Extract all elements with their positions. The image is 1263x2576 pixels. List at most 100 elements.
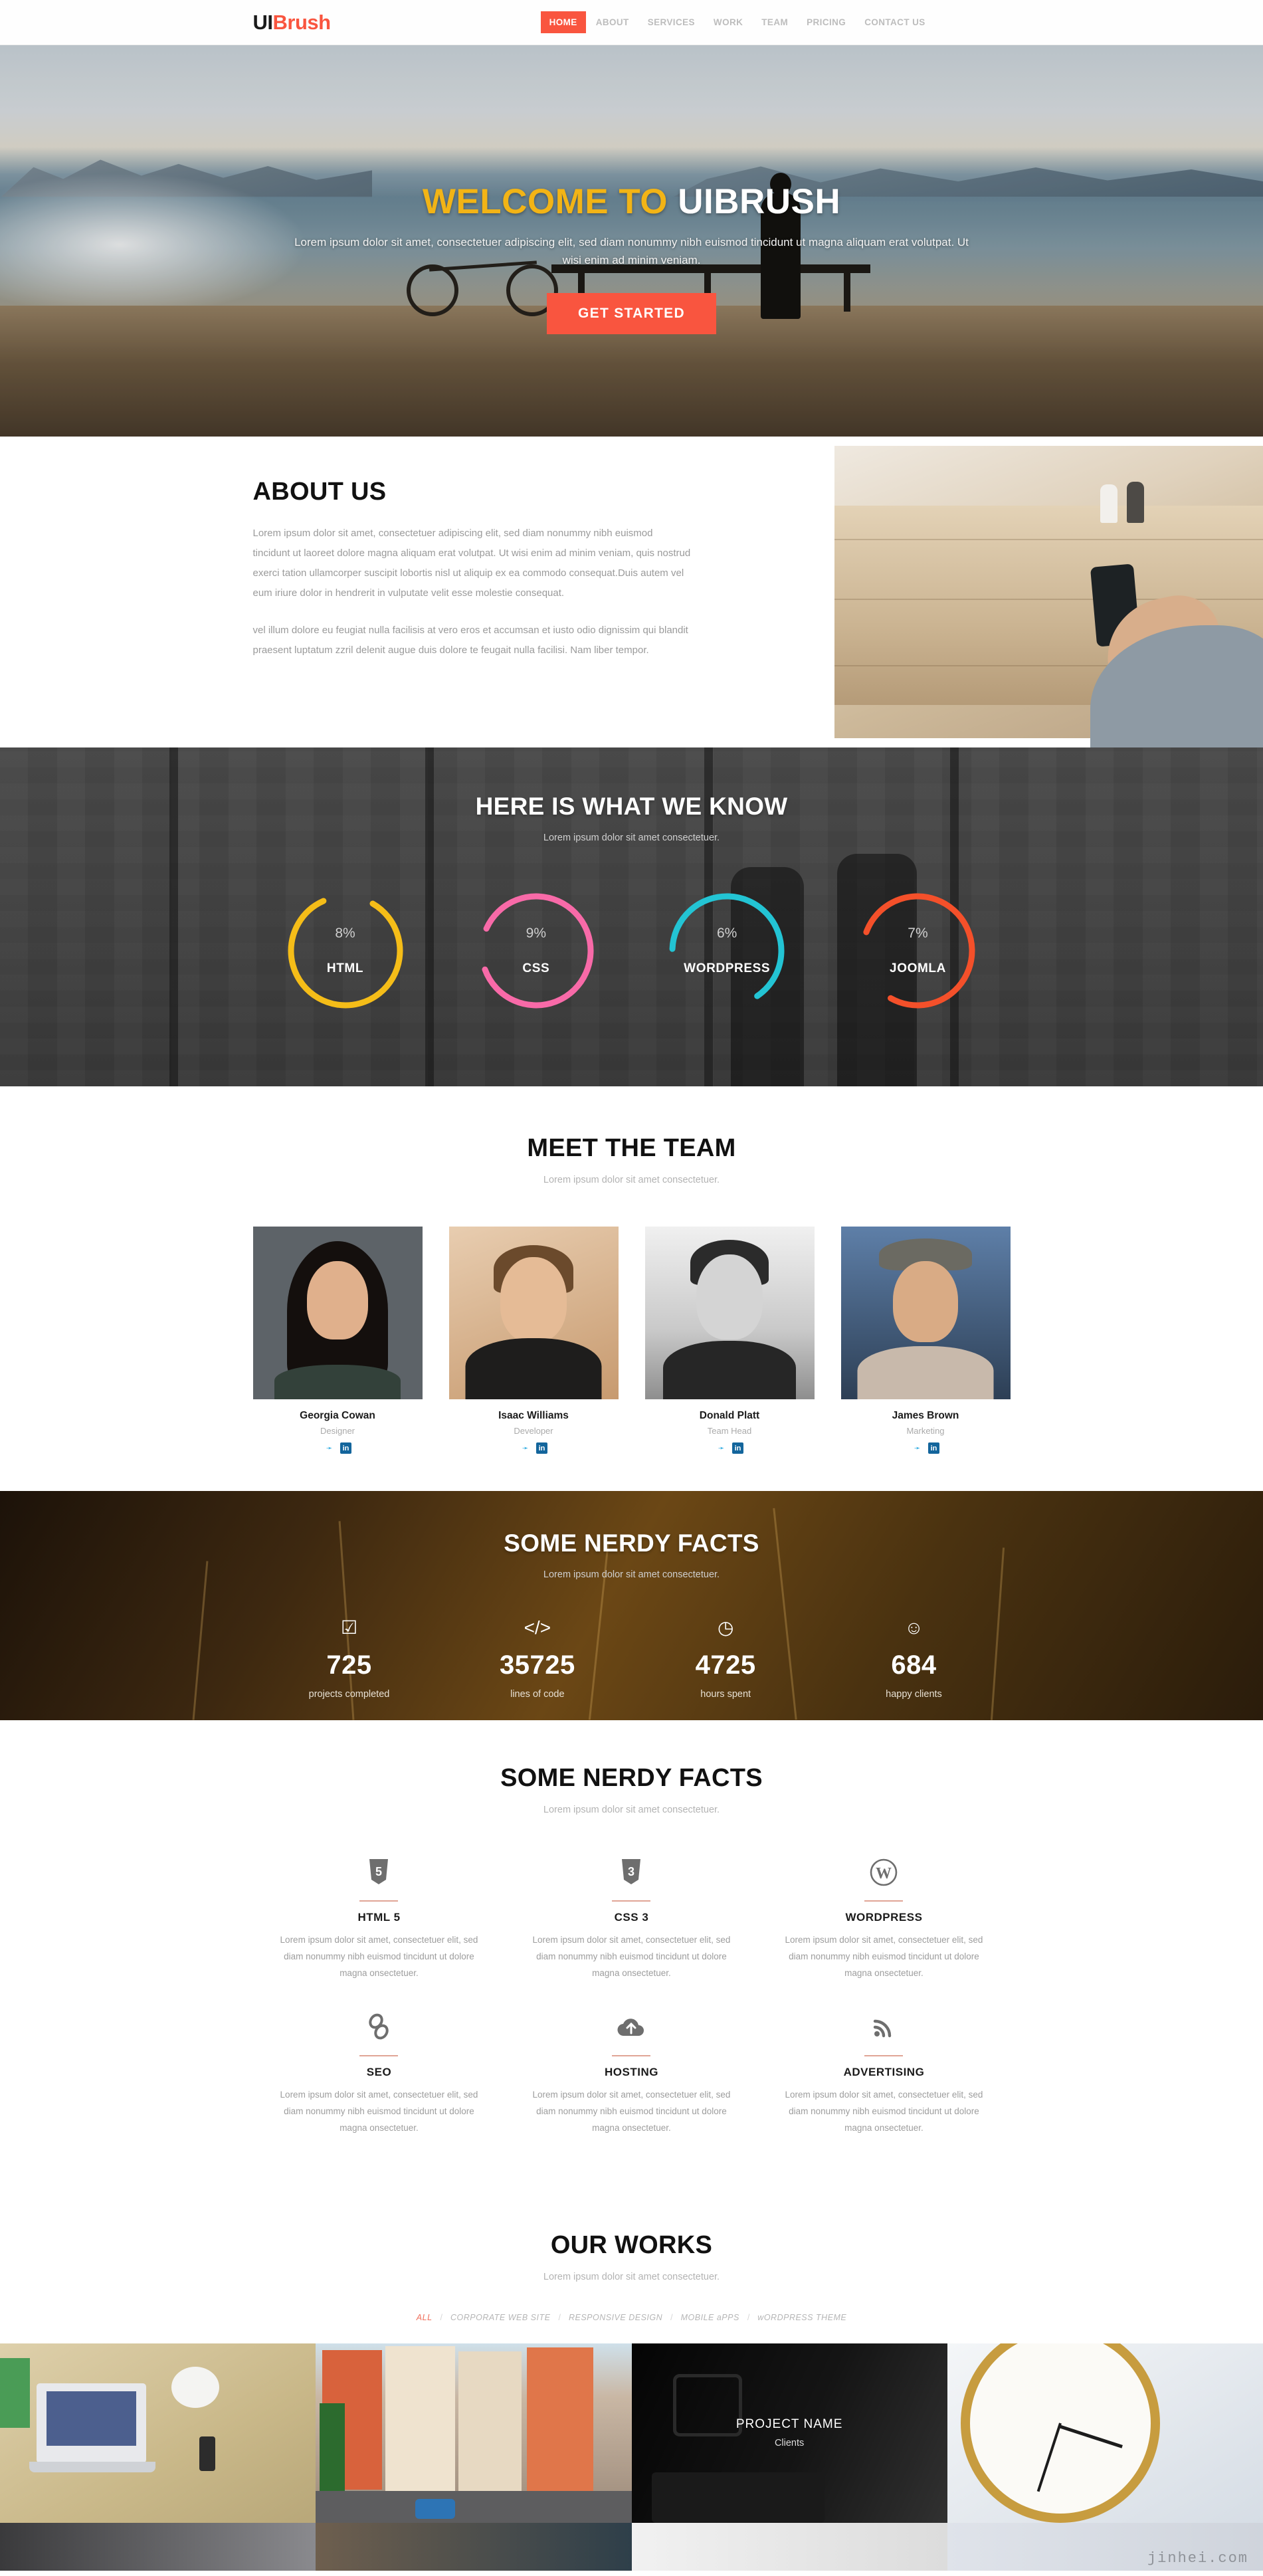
fact-number: 725	[326, 1650, 372, 1680]
main-navigation: HOME ABOUT SERVICES WORK TEAM PRICING CO…	[540, 11, 934, 33]
team-member[interactable]: Isaac Williams Developer ➛ in	[448, 1227, 619, 1454]
facts-section: SOME NERDY FACTS Lorem ipsum dolor sit a…	[0, 1491, 1263, 1720]
svg-text:3: 3	[628, 1865, 634, 1878]
portfolio-item[interactable]	[316, 2522, 632, 2571]
fact-label: lines of code	[510, 1689, 565, 1700]
skill-ring-joomla: 7% JOOMLA	[841, 884, 994, 1017]
facts-title: SOME NERDY FACTS	[504, 1530, 759, 1557]
service-item[interactable]: 3 CSS 3 Lorem ipsum dolor sit amet, cons…	[505, 1854, 757, 1982]
nav-item-team[interactable]: TEAM	[753, 11, 797, 33]
skills-section: HERE IS WHAT WE KNOW Lorem ipsum dolor s…	[0, 747, 1263, 1086]
portfolio-grid: PROJECT NAME Clients	[0, 2343, 1263, 2523]
hero-title: WELCOME TO UIBRUSH	[423, 184, 840, 219]
skills-subtitle: Lorem ipsum dolor sit amet consectetuer.	[543, 833, 720, 843]
service-item[interactable]: W WORDPRESS Lorem ipsum dolor sit amet, …	[757, 1854, 1010, 1982]
service-title: ADVERTISING	[843, 2065, 925, 2078]
clock-icon: ◷	[717, 1617, 734, 1638]
nav-item-services[interactable]: SERVICES	[639, 11, 704, 33]
fact-number: 684	[891, 1650, 937, 1680]
works-filter-all[interactable]: ALL	[417, 2313, 433, 2322]
team-member-role: Developer	[514, 1426, 553, 1436]
portfolio-client: Clients	[774, 2438, 805, 2449]
skills-title: HERE IS WHAT WE KNOW	[475, 793, 788, 820]
hero-section: WELCOME TO UIBRUSH Lorem ipsum dolor sit…	[0, 45, 1263, 437]
nav-item-home[interactable]: HOME	[540, 11, 586, 33]
team-subtitle: Lorem ipsum dolor sit amet consectetuer.	[543, 1175, 720, 1185]
nav-item-about[interactable]: ABOUT	[587, 11, 638, 33]
linkedin-icon[interactable]: in	[732, 1442, 743, 1454]
twitter-icon[interactable]: ➛	[520, 1442, 531, 1454]
works-section: OUR WORKS Lorem ipsum dolor sit amet con…	[0, 2195, 1263, 2571]
fact-item: </> 35725 lines of code	[461, 1619, 614, 1700]
check-box-icon: ☑	[340, 1617, 358, 1638]
portfolio-item[interactable]	[0, 2343, 316, 2523]
linkedin-icon[interactable]: in	[536, 1442, 547, 1454]
about-title: ABOUT US	[252, 478, 387, 506]
twitter-icon[interactable]: ➛	[716, 1442, 727, 1454]
logo-text-ui: UI	[252, 10, 274, 34]
svg-text:5: 5	[375, 1865, 382, 1878]
nav-item-work[interactable]: WORK	[705, 11, 751, 33]
portfolio-item[interactable]: PROJECT NAME Clients	[631, 2343, 947, 2523]
service-item[interactable]: SEO Lorem ipsum dolor sit amet, consecte…	[253, 2009, 506, 2137]
portfolio-item[interactable]	[947, 2343, 1263, 2523]
about-paragraph-1: Lorem ipsum dolor sit amet, consectetuer…	[252, 528, 691, 599]
watermark: jinhei.com	[1147, 2550, 1248, 2567]
skill-percent-css: 9%	[526, 926, 546, 941]
works-filter-mobile-apps[interactable]: MOBILE aPPS	[681, 2313, 739, 2322]
works-filter-corporate-web-site[interactable]: CORPORATE WEB SITE	[450, 2313, 550, 2322]
team-member[interactable]: James Brown Marketing ➛ in	[840, 1227, 1011, 1454]
services-title: SOME NERDY FACTS	[500, 1764, 763, 1792]
fact-number: 35725	[499, 1650, 575, 1680]
about-section: ABOUT US Lorem ipsum dolor sit amet, con…	[0, 437, 1263, 747]
service-item[interactable]: 5 HTML 5 Lorem ipsum dolor sit amet, con…	[253, 1854, 506, 1982]
team-member-name: Donald Platt	[699, 1410, 760, 1421]
service-divider	[864, 2054, 904, 2056]
service-title: SEO	[366, 2065, 392, 2078]
service-item[interactable]: HOSTING Lorem ipsum dolor sit amet, cons…	[505, 2009, 757, 2137]
wordpress-icon: W	[784, 1854, 983, 1891]
team-member[interactable]: Donald Platt Team Head ➛ in	[644, 1227, 815, 1454]
linkedin-icon[interactable]: in	[928, 1442, 939, 1454]
works-filter-responsive-design[interactable]: RESPONSIVE DESIGN	[569, 2313, 662, 2322]
portfolio-grid-row-2	[0, 2522, 1263, 2571]
filter-separator: /	[747, 2312, 750, 2322]
nav-item-pricing[interactable]: PRICING	[798, 11, 854, 33]
skill-percent-joomla: 7%	[908, 926, 928, 941]
get-started-button[interactable]: GET STARTED	[547, 292, 716, 334]
fact-item: ☺ 684 happy clients	[837, 1619, 990, 1700]
team-member-name: Georgia Cowan	[300, 1410, 375, 1421]
services-subtitle: Lorem ipsum dolor sit amet consectetuer.	[543, 1805, 720, 1815]
services-section: SOME NERDY FACTS Lorem ipsum dolor sit a…	[0, 1720, 1263, 2195]
nav-item-contact-us[interactable]: CONTACT US	[856, 11, 934, 33]
skill-name-wordpress: WORDPRESS	[684, 961, 771, 975]
team-member-photo	[252, 1227, 423, 1399]
service-divider	[864, 1900, 904, 1902]
filter-separator: /	[440, 2312, 443, 2322]
skill-ring-wordpress: 6% WORDPRESS	[650, 884, 803, 1017]
rss-feed-icon	[784, 2009, 983, 2046]
html5-shield-icon: 5	[280, 1854, 479, 1891]
skill-ring-html: 8% HTML	[269, 884, 422, 1017]
site-logo[interactable]: UIBrush	[252, 10, 332, 35]
skill-name-css: CSS	[522, 961, 550, 975]
portfolio-item[interactable]	[631, 2522, 947, 2571]
portfolio-overlay: PROJECT NAME Clients	[631, 2343, 947, 2523]
team-member-role: Marketing	[906, 1426, 945, 1436]
linkedin-icon[interactable]: in	[340, 1442, 351, 1454]
portfolio-item[interactable]	[0, 2522, 316, 2571]
service-divider	[612, 2054, 651, 2056]
team-member-name: Isaac Williams	[498, 1410, 569, 1421]
service-item[interactable]: ADVERTISING Lorem ipsum dolor sit amet, …	[757, 2009, 1010, 2137]
twitter-icon[interactable]: ➛	[912, 1442, 923, 1454]
hero-subtitle: Lorem ipsum dolor sit amet, consectetuer…	[294, 236, 969, 266]
works-filter-wordpress-theme[interactable]: wORDPRESS THEME	[757, 2313, 846, 2322]
service-description: Lorem ipsum dolor sit amet, consectetuer…	[785, 1935, 983, 1978]
hero-title-rest: UIBRUSH	[678, 182, 841, 222]
skill-percent-wordpress: 6%	[716, 926, 737, 941]
fact-label: hours spent	[700, 1689, 751, 1700]
twitter-icon[interactable]: ➛	[324, 1442, 335, 1454]
hero-title-highlight: WELCOME TO	[422, 182, 668, 222]
team-member[interactable]: Georgia Cowan Designer ➛ in	[252, 1227, 423, 1454]
portfolio-item[interactable]	[316, 2343, 632, 2523]
